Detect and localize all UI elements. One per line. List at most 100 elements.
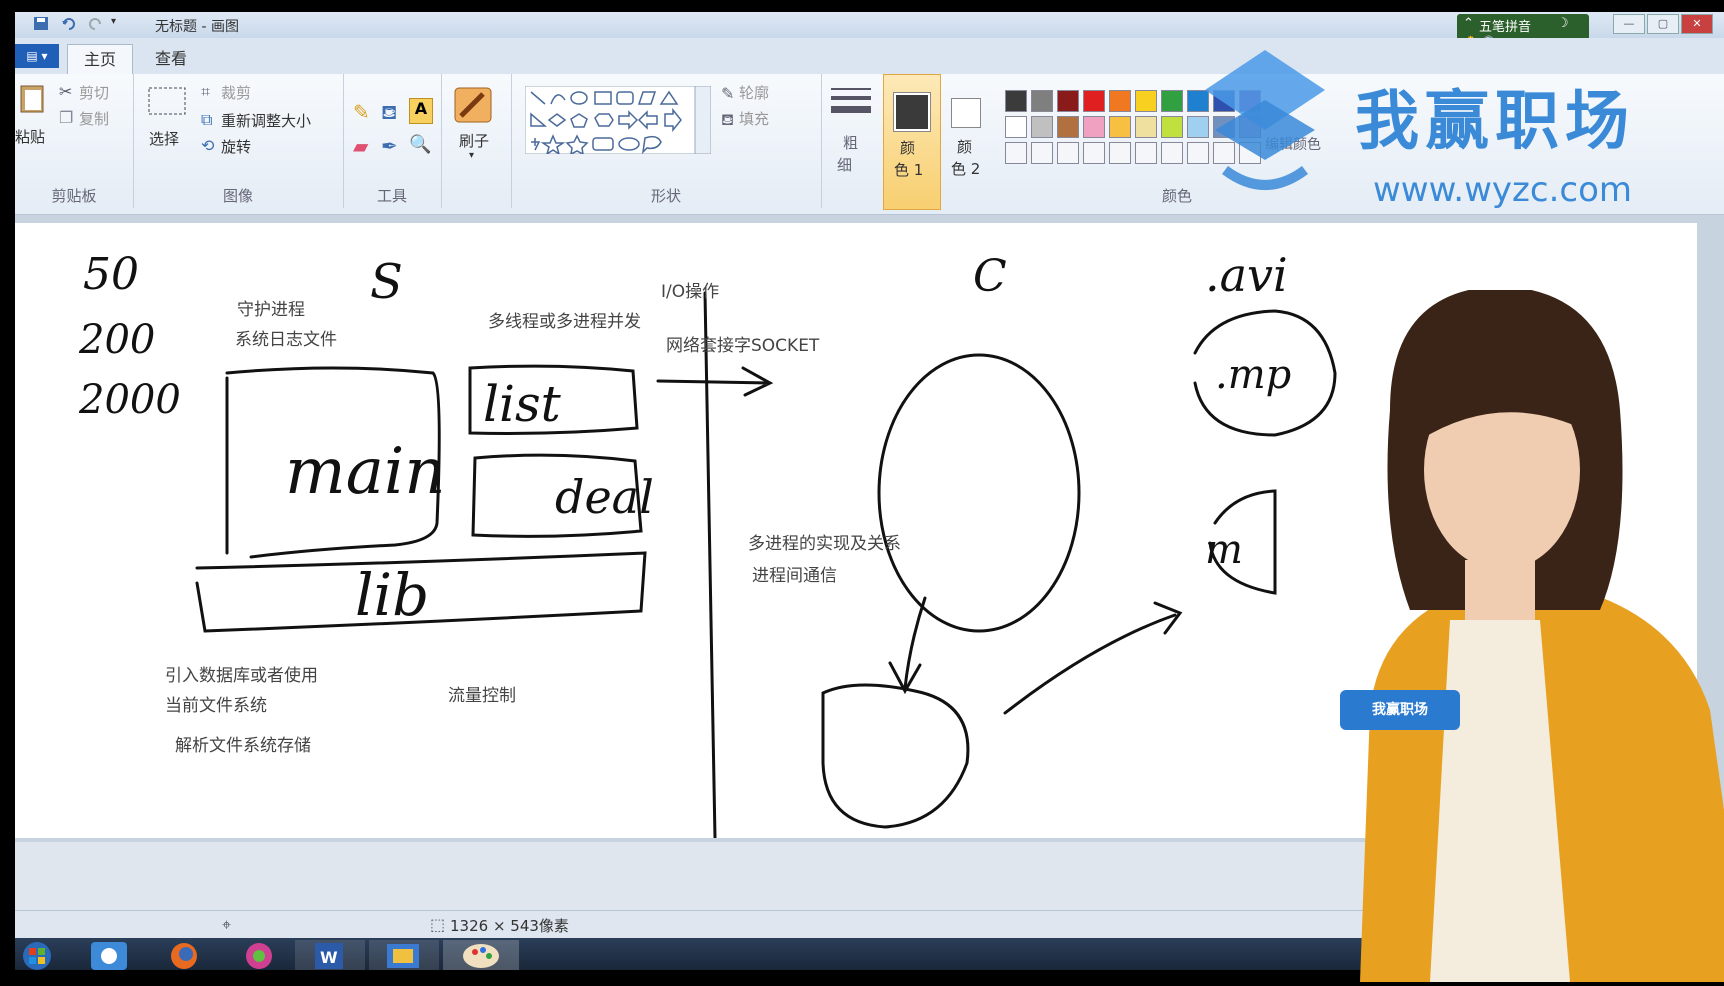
- arrow-right: [656, 366, 774, 397]
- text-multiproc: 多进程的实现及关系: [748, 534, 901, 554]
- color2-label-1: 颜: [957, 138, 973, 156]
- resize-button[interactable]: 重新调整大小: [221, 110, 311, 131]
- handwriting-c: C: [973, 251, 1007, 302]
- tab-view[interactable]: 查看: [139, 44, 203, 74]
- handwriting-lib: lib: [355, 561, 429, 629]
- size-label-1[interactable]: 粗: [843, 132, 858, 153]
- process-ellipse: [877, 353, 1081, 633]
- fill-bucket-icon[interactable]: ⛾: [381, 100, 397, 127]
- palette-swatch[interactable]: [1109, 90, 1131, 112]
- color-picker-icon[interactable]: ✒: [381, 134, 398, 158]
- media-app-icon[interactable]: [235, 940, 295, 970]
- palette-swatch-empty[interactable]: [1135, 142, 1157, 164]
- size-label-2[interactable]: 细: [837, 154, 852, 175]
- palette-swatch[interactable]: [1135, 90, 1157, 112]
- firefox-icon[interactable]: [160, 940, 220, 970]
- palette-swatch[interactable]: [1005, 90, 1027, 112]
- text-tool-icon[interactable]: A: [409, 98, 433, 124]
- palette-swatch-empty[interactable]: [1057, 142, 1079, 164]
- shapes-group-label: 形状: [650, 187, 681, 205]
- window-app-icon[interactable]: [369, 940, 439, 970]
- handwriting-list: list: [483, 375, 562, 433]
- palette-swatch[interactable]: [1161, 90, 1183, 112]
- brush-group: 刷子 ▾: [441, 74, 512, 208]
- palette-swatch-empty[interactable]: [1083, 142, 1105, 164]
- redo-icon[interactable]: [87, 16, 103, 31]
- paint-taskbar-icon[interactable]: [443, 940, 519, 970]
- text-daemon: 守护进程: [237, 300, 305, 320]
- size-group: 粗 细: [821, 74, 884, 208]
- cut-button[interactable]: 剪切: [79, 82, 109, 103]
- text-syslog: 系统日志文件: [235, 330, 337, 350]
- canvas-dimensions: 1326 × 543像素: [450, 917, 569, 935]
- palette-swatch-empty[interactable]: [1109, 142, 1131, 164]
- brush-button[interactable]: 刷子: [459, 130, 489, 151]
- palette-swatch[interactable]: [1031, 116, 1053, 138]
- handwriting-s: S: [370, 254, 403, 310]
- palette-swatch-empty[interactable]: [1161, 142, 1183, 164]
- child-circle: [821, 683, 970, 829]
- color1-group[interactable]: 颜 色 1: [883, 74, 941, 210]
- cursor-position-icon: ⌖: [222, 915, 232, 934]
- start-button[interactable]: [15, 940, 75, 970]
- network-app-icon[interactable]: [85, 940, 145, 970]
- palette-swatch[interactable]: [1083, 116, 1105, 138]
- customize-quick-access-icon[interactable]: ▾: [111, 16, 127, 31]
- fill-icon: ⛾: [721, 110, 735, 129]
- select-icon[interactable]: [147, 86, 187, 120]
- crop-button[interactable]: 裁剪: [221, 82, 251, 103]
- palette-swatch[interactable]: [1057, 116, 1079, 138]
- divider-line: [703, 291, 717, 838]
- palette-swatch[interactable]: [1161, 116, 1183, 138]
- brush-dropdown-icon[interactable]: ▾: [469, 150, 474, 161]
- image-group: 选择 ⌗ 裁剪 ⧉ 重新调整大小 ⟲ 旋转 图像: [133, 74, 344, 208]
- word-icon[interactable]: W: [295, 940, 365, 970]
- canvas-size-icon: ⬚: [430, 915, 446, 934]
- tab-home[interactable]: 主页: [67, 44, 133, 75]
- palette-swatch[interactable]: [1083, 90, 1105, 112]
- palette-swatch[interactable]: [1031, 90, 1053, 112]
- copy-button[interactable]: 复制: [79, 108, 109, 129]
- palette-swatch[interactable]: [1109, 116, 1131, 138]
- fill-button[interactable]: 填充: [739, 108, 769, 129]
- brush-icon[interactable]: [453, 86, 493, 128]
- handwriting-deal: deal: [555, 470, 654, 524]
- paste-icon[interactable]: [19, 82, 45, 118]
- presenter-badge: 我赢职场: [1340, 690, 1460, 730]
- copy-icon: ❐: [59, 108, 74, 127]
- palette-swatch-empty[interactable]: [1031, 142, 1053, 164]
- magnifier-icon[interactable]: 🔍: [409, 134, 431, 155]
- palette-swatch[interactable]: [1005, 116, 1027, 138]
- handwriting-main: main: [285, 435, 446, 509]
- text-filesystem: 当前文件系统: [165, 696, 267, 716]
- tools-group: ✎ ⛾ A ▰ ✒ 🔍 工具: [343, 74, 442, 208]
- window-title: 无标题 - 画图: [155, 19, 239, 35]
- rotate-button[interactable]: 旋转: [221, 136, 251, 157]
- crop-icon: ⌗: [201, 82, 211, 101]
- image-group-label: 图像: [222, 187, 253, 205]
- outline-icon: ✎: [721, 84, 735, 103]
- text-flow: 流量控制: [448, 686, 516, 706]
- clipboard-group: 粘贴 ✂ 剪切 ❐ 复制 剪贴板: [15, 74, 134, 208]
- palette-swatch[interactable]: [1057, 90, 1079, 112]
- save-icon[interactable]: [33, 16, 49, 31]
- eraser-icon[interactable]: ▰: [353, 134, 368, 158]
- paste-button[interactable]: 粘贴: [15, 126, 45, 147]
- text-ipc: 进程间通信: [752, 566, 837, 586]
- line-size-icon[interactable]: [831, 86, 871, 120]
- color2-group[interactable]: 颜 色 2: [941, 74, 997, 208]
- select-button[interactable]: 选择: [149, 128, 179, 149]
- palette-swatch[interactable]: [1135, 116, 1157, 138]
- undo-icon[interactable]: [61, 16, 77, 31]
- palette-swatch-empty[interactable]: [1005, 142, 1027, 164]
- file-menu-button[interactable]: ▤ ▾: [15, 44, 59, 68]
- outline-button[interactable]: 轮廓: [739, 82, 769, 103]
- rotate-icon: ⟲: [201, 136, 215, 155]
- text-socket: 网络套接字SOCKET: [666, 336, 820, 356]
- shapes-gallery[interactable]: [524, 85, 712, 158]
- pencil-icon[interactable]: ✎: [353, 100, 370, 124]
- brand-logo-icon: [1205, 50, 1325, 190]
- tools-group-label: 工具: [376, 187, 407, 205]
- color1-label-1: 颜: [900, 139, 916, 157]
- text-parse: 解析文件系统存储: [175, 736, 311, 756]
